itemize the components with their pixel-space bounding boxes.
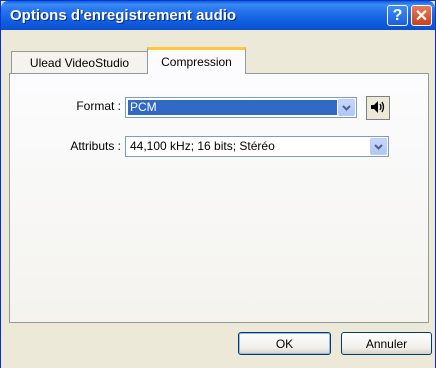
speaker-button[interactable] bbox=[366, 96, 390, 120]
tab-compression[interactable]: Compression bbox=[147, 47, 246, 74]
help-button[interactable]: ? bbox=[387, 5, 408, 26]
format-label: Format : bbox=[76, 99, 121, 113]
chevron-down-icon[interactable] bbox=[370, 138, 387, 155]
format-value: PCM bbox=[128, 100, 337, 115]
chevron-down-icon[interactable] bbox=[338, 99, 355, 116]
close-button[interactable]: ✕ bbox=[411, 5, 432, 26]
format-select[interactable]: PCM bbox=[125, 97, 357, 118]
ok-button[interactable]: OK bbox=[238, 332, 331, 355]
attributes-value: 44,100 kHz; 16 bits; Stéréo bbox=[130, 139, 275, 153]
dialog-window: Options d'enregistrement audio ? ✕ Ulead… bbox=[0, 0, 436, 368]
attributes-select[interactable]: 44,100 kHz; 16 bits; Stéréo bbox=[125, 136, 389, 157]
cancel-button[interactable]: Annuler bbox=[341, 332, 432, 355]
speaker-icon bbox=[370, 99, 386, 118]
title-bar[interactable]: Options d'enregistrement audio ? ✕ bbox=[1, 1, 435, 30]
window-title: Options d'enregistrement audio bbox=[10, 7, 237, 24]
tab-ulead-videostudio[interactable]: Ulead VideoStudio bbox=[11, 51, 148, 73]
attributes-label: Attributs : bbox=[70, 139, 121, 153]
